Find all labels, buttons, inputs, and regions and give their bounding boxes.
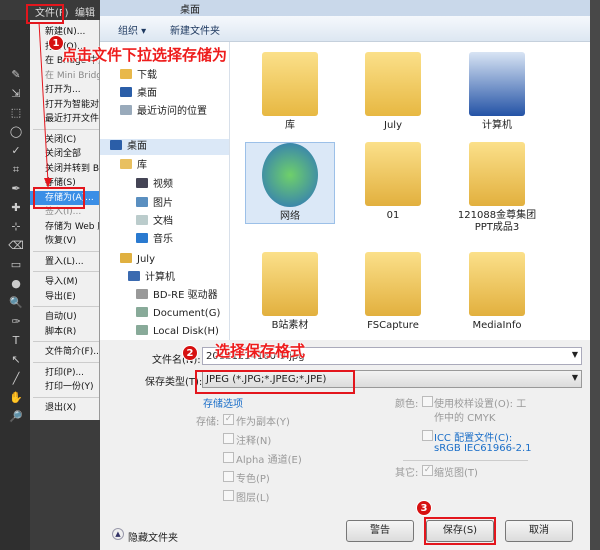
- step1-annotation: 点击文件下拉选择存储为: [62, 46, 228, 64]
- annotation-arrow: [38, 21, 52, 188]
- step-badge-3: 3: [416, 500, 432, 516]
- step-badge-2: 2: [182, 345, 198, 361]
- step2-annotation: 选择保存格式: [215, 342, 306, 360]
